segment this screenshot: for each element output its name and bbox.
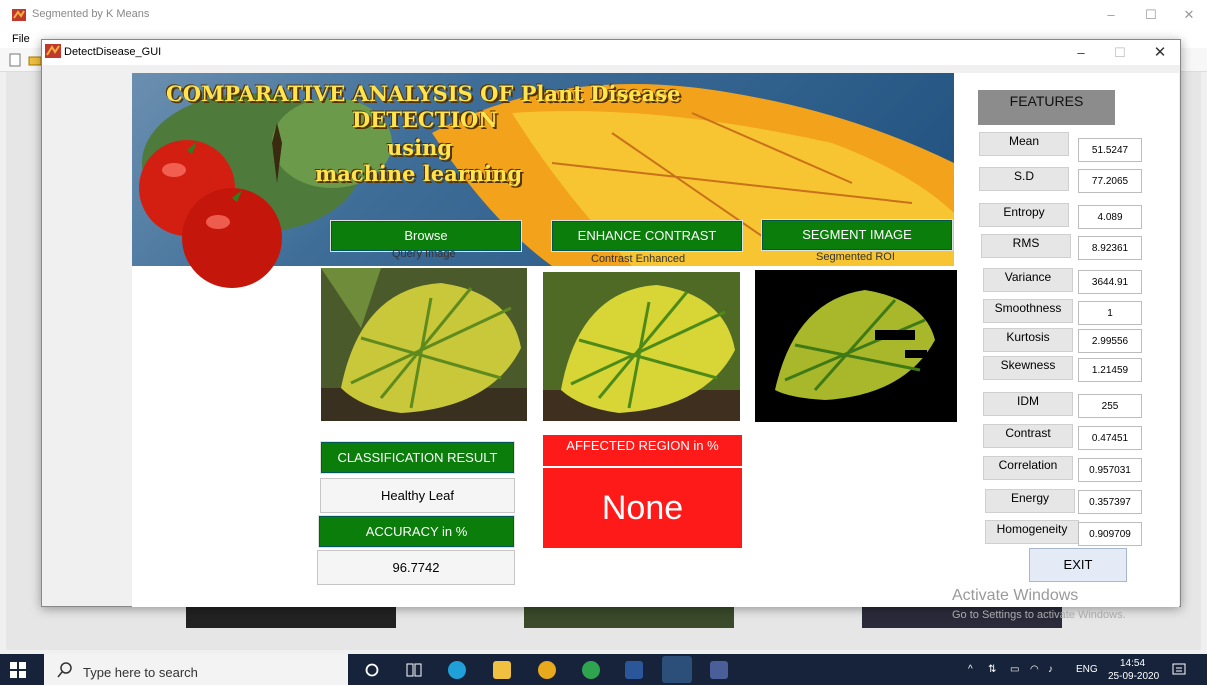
contrast-enhanced-image [543, 272, 740, 421]
feature-value-correlation: 0.957031 [1078, 458, 1142, 482]
feature-label-energy: Energy [985, 489, 1075, 513]
volume-icon[interactable]: ♪ [1048, 664, 1053, 675]
tomato-illustration [139, 140, 282, 288]
segment-image-button[interactable]: SEGMENT IMAGE [761, 219, 953, 251]
segmented-roi-image [755, 270, 957, 422]
background-image-strip [524, 606, 734, 628]
minimize-button[interactable]: – [1096, 4, 1126, 26]
enhance-contrast-button[interactable]: ENHANCE CONTRAST [551, 220, 743, 252]
battery-icon[interactable]: ▭ [1010, 664, 1019, 675]
language-indicator[interactable]: ENG [1076, 664, 1098, 675]
feature-value-energy: 0.357397 [1078, 490, 1142, 514]
search-placeholder: Type here to search [83, 665, 198, 680]
features-header: FEATURES [978, 90, 1115, 125]
query-image-label: Query Image [392, 248, 456, 260]
classification-result-value: Healthy Leaf [320, 478, 515, 513]
search-icon [57, 662, 72, 678]
accuracy-label: ACCURACY in % [318, 515, 515, 548]
whatsapp-icon[interactable] [582, 661, 600, 679]
taskbar-search[interactable]: Type here to search [44, 654, 348, 685]
matlab-icon [12, 9, 26, 21]
feature-value-variance: 3644.91 [1078, 270, 1142, 294]
open-folder-icon[interactable] [28, 54, 42, 66]
feature-label-rms: RMS [981, 234, 1071, 258]
taskbar: Type here to search ^ ⇅ ▭ ◠ ♪ ENG 14:54 … [0, 654, 1207, 685]
windows-start-icon[interactable] [10, 662, 26, 678]
clock-date[interactable]: 25-09-2020 [1108, 671, 1159, 682]
feature-value-skewness: 1.21459 [1078, 358, 1142, 382]
feature-label-idm: IDM [983, 392, 1073, 416]
feature-label-variance: Variance [983, 268, 1073, 292]
gui-close-button[interactable]: ✕ [1145, 42, 1175, 64]
segmented-roi-label: Segmented ROI [816, 251, 895, 263]
banner-title-line-3: using [387, 135, 453, 160]
cortana-icon[interactable] [365, 663, 379, 677]
query-image [321, 268, 527, 421]
feature-label-contrast: Contrast [983, 424, 1073, 448]
matlab-taskbar-icon[interactable] [662, 656, 692, 683]
contrast-enhanced-label: Contrast Enhanced [591, 253, 686, 265]
feature-label-mean: Mean [979, 132, 1069, 156]
notification-icon[interactable] [1172, 663, 1186, 677]
gui-maximize-button[interactable]: ☐ [1105, 42, 1135, 64]
affected-region-label: AFFECTED REGION in % [543, 435, 742, 466]
feature-value-rms: 8.92361 [1078, 236, 1142, 260]
banner-title-line-2: DETECTION [352, 107, 498, 132]
network-icon[interactable]: ⇅ [988, 664, 996, 675]
edge-icon[interactable] [448, 661, 466, 679]
new-file-icon[interactable] [9, 53, 21, 67]
show-hidden-icons[interactable]: ^ [968, 664, 973, 675]
gui-minimize-button[interactable]: – [1066, 42, 1096, 64]
feature-label-skewness: Skewness [983, 356, 1073, 380]
close-button[interactable]: ✕ [1174, 4, 1204, 26]
clock-time[interactable]: 14:54 [1120, 658, 1145, 669]
feature-value-mean: 51.5247 [1078, 138, 1142, 162]
feature-value-sd: 77.2065 [1078, 169, 1142, 193]
banner-title-line-4: machine learning [315, 161, 523, 186]
gui-titlebar: DetectDisease_GUI – ☐ ✕ [42, 40, 1180, 65]
feature-value-entropy: 4.089 [1078, 205, 1142, 229]
chrome-icon[interactable] [538, 661, 556, 679]
wifi-icon[interactable]: ◠ [1030, 664, 1039, 675]
affected-region-value: None [543, 468, 742, 548]
feature-label-sd: S.D [979, 167, 1069, 191]
feature-value-homogeneity: 0.909709 [1078, 522, 1142, 546]
matlab-icon [45, 44, 61, 58]
feature-value-idm: 255 [1078, 394, 1142, 418]
gui-title: DetectDisease_GUI [64, 46, 162, 58]
task-view-icon[interactable] [406, 662, 422, 678]
background-window-title: Segmented by K Means [32, 8, 150, 20]
feature-value-kurtosis: 2.99556 [1078, 329, 1142, 353]
accuracy-value: 96.7742 [317, 550, 515, 585]
background-titlebar: Segmented by K Means – ☐ ✕ [0, 0, 1207, 30]
feature-label-homogeneity: Homogeneity [985, 520, 1079, 544]
feature-value-contrast: 0.47451 [1078, 426, 1142, 450]
feature-label-smoothness: Smoothness [983, 299, 1073, 323]
feature-value-smoothness: 1 [1078, 301, 1142, 325]
activate-windows-subtext: Go to Settings to activate Windows. [952, 609, 1126, 621]
classification-result-label: CLASSIFICATION RESULT [320, 441, 515, 474]
app-icon[interactable] [710, 661, 728, 679]
exit-button[interactable]: EXIT [1029, 548, 1127, 582]
maximize-button[interactable]: ☐ [1136, 4, 1166, 26]
file-explorer-icon[interactable] [493, 661, 511, 679]
feature-label-correlation: Correlation [983, 456, 1073, 480]
word-icon[interactable] [625, 661, 643, 679]
banner-title-line-1: COMPARATIVE ANALYSIS OF Plant Disease [166, 81, 681, 106]
activate-windows-watermark: Activate Windows [952, 587, 1079, 604]
background-image-strip [186, 606, 396, 628]
menu-file[interactable]: File [12, 33, 30, 45]
feature-label-entropy: Entropy [979, 203, 1069, 227]
feature-label-kurtosis: Kurtosis [983, 328, 1073, 352]
